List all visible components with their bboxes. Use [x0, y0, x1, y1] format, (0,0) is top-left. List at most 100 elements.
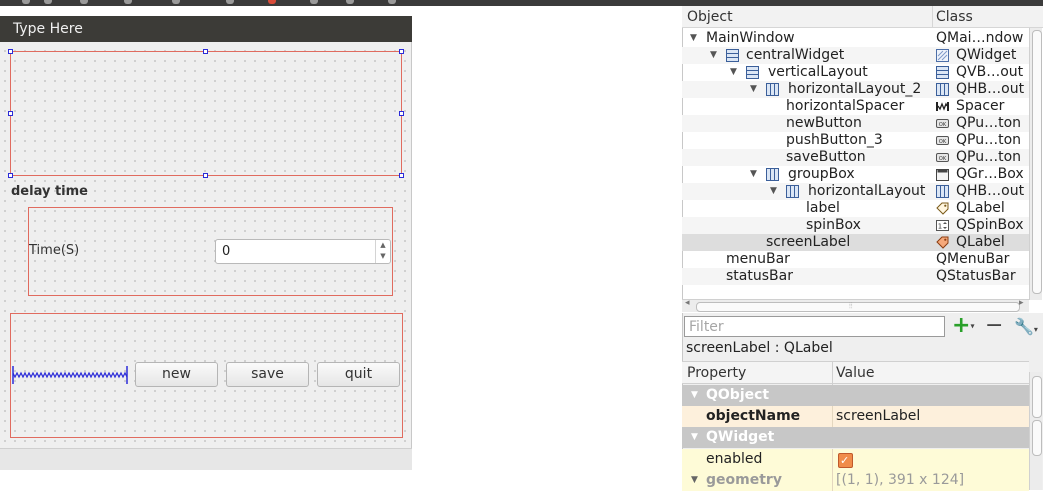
spin-down-icon[interactable]: ▼ — [376, 251, 390, 262]
toolbar-icon[interactable] — [388, 0, 396, 4]
column-property[interactable]: Property — [687, 365, 746, 381]
resize-handle[interactable] — [399, 49, 404, 54]
toolbar-icon[interactable] — [310, 0, 318, 4]
push-button-icon: OK — [936, 119, 949, 128]
spinbox-arrows[interactable]: ▲ ▼ — [375, 240, 390, 263]
quit-button[interactable]: quit — [317, 362, 400, 387]
tree-row-mainwindow[interactable]: ▼ MainWindow QMai…ndow — [682, 30, 1029, 47]
property-filter-input[interactable]: Filter — [684, 316, 945, 337]
collapse-arrow-icon[interactable]: ▼ — [691, 385, 698, 406]
remove-dynamic-property-icon[interactable]: − — [985, 315, 1003, 337]
form-menubar[interactable]: Type Here — [0, 16, 412, 42]
expand-arrow-icon[interactable]: ▼ — [691, 470, 698, 491]
class-name: Spacer — [956, 98, 1005, 114]
tree-row-centralwidget[interactable]: ▼ centralWidget QWidget — [682, 47, 1029, 64]
tree-row-screenlabel[interactable]: screenLabel QLabel — [682, 234, 1029, 251]
object-name: saveButton — [786, 149, 866, 165]
scroll-left-icon[interactable]: ◂ — [685, 298, 690, 308]
group-name: QObject — [706, 387, 770, 403]
expand-arrow-icon[interactable]: ▼ — [750, 166, 757, 183]
scroll-thumb[interactable] — [1032, 30, 1042, 294]
svg-text:OK: OK — [939, 122, 947, 128]
toolbar-icon[interactable] — [124, 0, 132, 4]
form-statusbar[interactable] — [0, 448, 412, 470]
new-button[interactable]: new — [135, 362, 218, 387]
inspector-horizontal-scrollbar[interactable]: ◂ ⦙⦙ ▸ — [682, 298, 1029, 312]
expand-arrow-icon[interactable]: ▼ — [730, 64, 737, 81]
tree-row-menubar[interactable]: menuBar QMenuBar — [682, 251, 1029, 268]
object-name: horizontalLayout_2 — [788, 81, 922, 97]
tree-row-pushbutton3[interactable]: pushButton_3 OK QPu…ton — [682, 132, 1029, 149]
save-button[interactable]: save — [226, 362, 309, 387]
enabled-checkbox[interactable] — [838, 450, 853, 471]
delay-spinbox[interactable]: 0 ▲ ▼ — [215, 239, 391, 264]
svg-text:OK: OK — [939, 156, 947, 162]
inspector-vertical-scrollbar[interactable] — [1029, 28, 1042, 300]
property-group-qobject[interactable]: ▼ QObject — [682, 385, 1029, 406]
tree-row-groupbox[interactable]: ▼ groupBox QGr…Box — [682, 166, 1029, 183]
property-row-enabled[interactable]: enabled — [682, 449, 1029, 471]
property-vertical-scrollbar[interactable] — [1029, 372, 1042, 490]
expand-arrow-icon[interactable]: ▼ — [690, 30, 697, 47]
toolbar-icon[interactable] — [80, 0, 88, 4]
column-class[interactable]: Class — [936, 9, 973, 25]
scroll-right-icon[interactable]: ▸ — [1019, 298, 1024, 308]
object-name: screenLabel — [766, 234, 851, 250]
toolbar-icon[interactable] — [346, 0, 354, 4]
property-group-qwidget[interactable]: ▼ QWidget — [682, 427, 1029, 448]
resize-handle[interactable] — [8, 49, 13, 54]
tree-row-spinbox[interactable]: spinBox 1 QSpinBox — [682, 217, 1029, 234]
toolbar-icon[interactable] — [226, 0, 234, 4]
property-name: geometry — [706, 472, 782, 488]
property-row-objectname[interactable]: objectName screenLabel — [682, 406, 1029, 427]
scroll-thumb[interactable] — [1032, 420, 1042, 456]
class-name: QPu…ton — [956, 132, 1022, 148]
filter-placeholder: Filter — [689, 319, 724, 335]
tree-row-newbutton[interactable]: newButton OK QPu…ton — [682, 115, 1029, 132]
property-value[interactable]: screenLabel — [836, 406, 920, 427]
column-object[interactable]: Object — [687, 9, 733, 25]
resize-handle[interactable] — [203, 49, 208, 54]
expand-arrow-icon[interactable]: ▼ — [770, 183, 777, 200]
screen-label-widget[interactable] — [10, 51, 402, 176]
time-label: Time(S) — [29, 243, 80, 258]
toolbar-icon[interactable] — [172, 0, 180, 4]
horizontal-layout-icon — [786, 185, 799, 198]
toolbar-icon[interactable] — [44, 0, 52, 4]
resize-handle[interactable] — [8, 173, 13, 178]
object-name: newButton — [786, 115, 862, 131]
property-row-geometry[interactable]: ▼ geometry [(1, 1), 391 x 124] — [682, 470, 1029, 491]
add-dynamic-property-icon[interactable]: +▾ — [952, 315, 978, 337]
collapse-arrow-icon[interactable]: ▼ — [691, 427, 698, 448]
resize-handle[interactable] — [8, 111, 13, 116]
tree-row-verticallayout[interactable]: ▼ verticalLayout QVB…out — [682, 64, 1029, 81]
tree-row-horizontallayout2[interactable]: ▼ horizontalLayout_2 QHB…out — [682, 81, 1029, 98]
column-value[interactable]: Value — [836, 365, 874, 381]
scroll-thumb[interactable] — [1032, 376, 1042, 418]
property-name: objectName — [706, 408, 801, 424]
object-name: horizontalSpacer — [786, 98, 905, 114]
horizontal-spacer[interactable] — [12, 366, 128, 384]
resize-handle[interactable] — [203, 173, 208, 178]
spinbox-icon: 1 — [936, 220, 949, 231]
toolbar-icon[interactable] — [22, 0, 30, 4]
tree-row-horizontallayout[interactable]: ▼ horizontalLayout QHB…out — [682, 183, 1029, 200]
horizontal-layout-icon — [936, 185, 949, 198]
spin-up-icon[interactable]: ▲ — [376, 240, 390, 251]
menu-type-here[interactable]: Type Here — [13, 21, 83, 37]
tree-row-savebutton[interactable]: saveButton OK QPu…ton — [682, 149, 1029, 166]
expand-arrow-icon[interactable]: ▼ — [750, 81, 757, 98]
class-name: QPu…ton — [956, 149, 1022, 165]
object-name: groupBox — [788, 166, 855, 182]
resize-handle[interactable] — [399, 111, 404, 116]
property-value[interactable]: [(1, 1), 391 x 124] — [836, 470, 964, 491]
break-layout-icon[interactable] — [268, 0, 276, 4]
expand-arrow-icon[interactable]: ▼ — [710, 47, 717, 64]
tree-row-statusbar[interactable]: statusBar QStatusBar — [682, 268, 1029, 285]
tree-row-label[interactable]: label QLabel — [682, 200, 1029, 217]
tree-row-horizontalspacer[interactable]: horizontalSpacer Spacer — [682, 98, 1029, 115]
resize-handle[interactable] — [399, 173, 404, 178]
scroll-thumb[interactable] — [696, 302, 1020, 312]
wrench-icon[interactable]: 🔧▾ — [1014, 316, 1040, 337]
object-name: pushButton_3 — [786, 132, 883, 148]
